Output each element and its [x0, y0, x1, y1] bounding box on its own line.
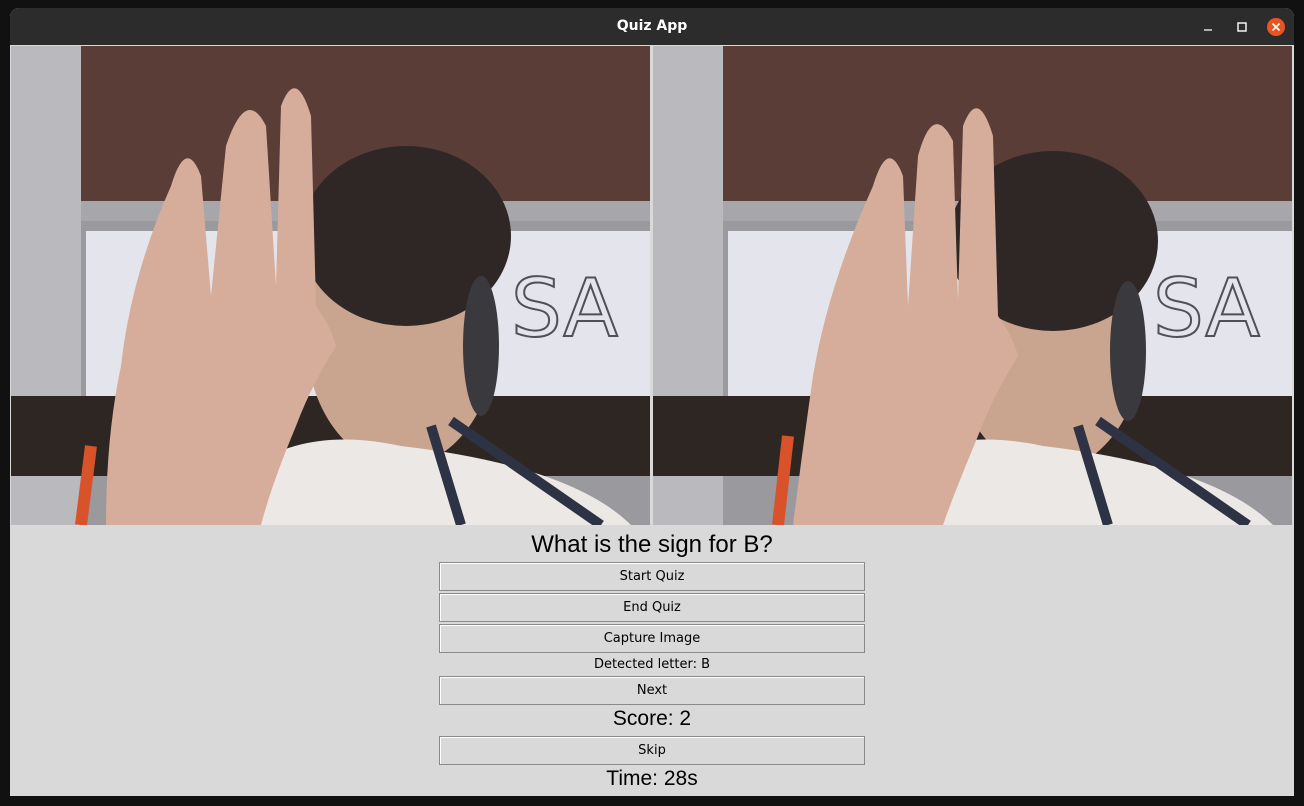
title-bar[interactable]: Quiz App: [10, 8, 1294, 45]
question-text: What is the sign for B?: [531, 531, 773, 558]
window-title: Quiz App: [616, 18, 688, 34]
maximize-icon[interactable]: [1233, 18, 1251, 36]
skip-button[interactable]: Skip: [439, 736, 865, 765]
end-quiz-button[interactable]: End Quiz: [439, 593, 865, 622]
minimize-icon[interactable]: [1199, 18, 1217, 36]
whiteboard-writing: SA: [511, 262, 618, 355]
start-quiz-button[interactable]: Start Quiz: [439, 562, 865, 591]
detected-letter-label: Detected letter: B: [593, 657, 711, 672]
next-button[interactable]: Next: [439, 676, 865, 705]
close-icon[interactable]: [1267, 18, 1285, 36]
timer-label: Time: 28s: [606, 767, 698, 790]
score-label: Score: 2: [612, 707, 692, 730]
captured-image: SA: [653, 46, 1292, 525]
app-window: Quiz App SA SA What is the sign for B? S…: [10, 8, 1294, 796]
capture-image-button[interactable]: Capture Image: [439, 624, 865, 653]
whiteboard-writing: SA: [1153, 262, 1260, 355]
main-content: SA SA What is the sign for B? Start Quiz…: [10, 45, 1294, 796]
live-camera-feed: SA: [11, 46, 650, 525]
